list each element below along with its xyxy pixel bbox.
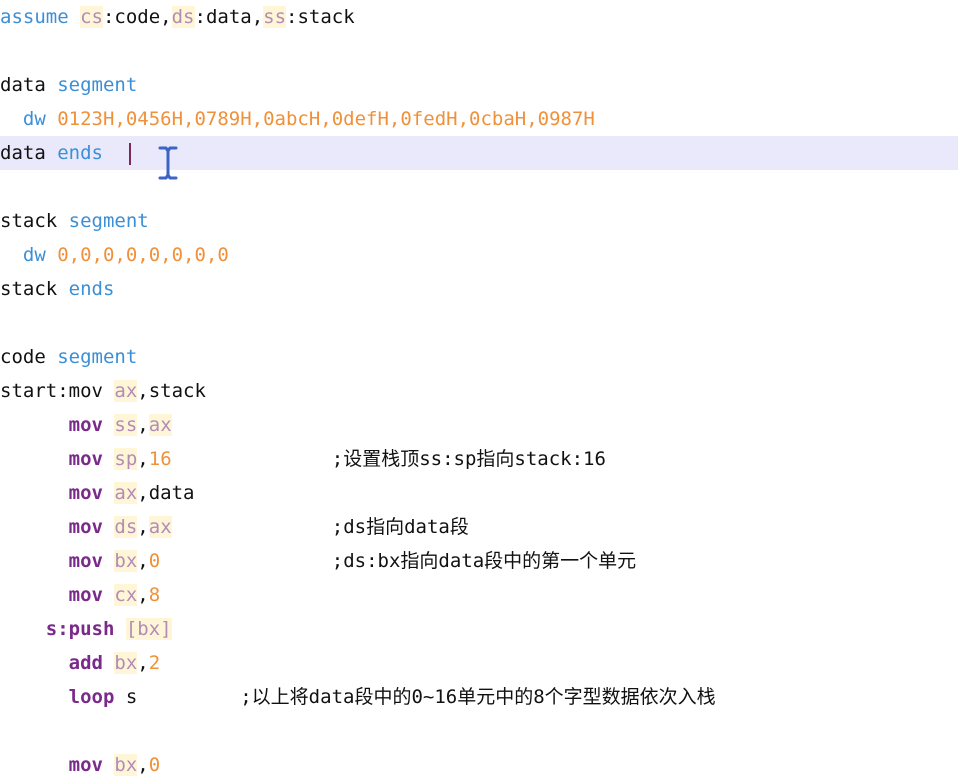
code-token: ,stack — [137, 380, 206, 402]
code-token: , — [137, 550, 149, 572]
code-token: mov — [68, 448, 115, 470]
code-line[interactable]: mov sp,16 ;设置栈顶ss:sp指向stack:16 — [0, 442, 958, 476]
code-line[interactable]: stack ends — [0, 272, 958, 306]
code-token: ends — [68, 278, 115, 300]
code-token: segment — [57, 346, 138, 368]
code-line[interactable]: mov ds,ax ;ds指向data段 — [0, 510, 958, 544]
code-token: ss — [114, 414, 138, 436]
code-line[interactable]: loop s ;以上将data段中的0~16单元中的8个字型数据依次入栈 — [0, 680, 958, 714]
code-token: bx — [114, 550, 138, 572]
code-token: loop — [68, 686, 126, 708]
code-token: ;设置栈顶ss:sp指向stack:16 — [171, 448, 606, 470]
code-token: ax — [114, 482, 138, 504]
code-token: , — [137, 754, 149, 776]
code-line[interactable]: data segment — [0, 68, 958, 102]
code-token: assume — [0, 6, 81, 28]
code-token: ax — [148, 414, 172, 436]
code-token: bx — [114, 652, 138, 674]
code-token: mov — [68, 414, 115, 436]
code-line[interactable]: data ends — [0, 136, 958, 170]
code-token: segment — [57, 74, 138, 96]
code-line[interactable]: dw 0,0,0,0,0,0,0,0 — [0, 238, 958, 272]
code-token: dw — [0, 244, 58, 266]
code-token: stack — [0, 278, 69, 300]
code-token: s — [125, 686, 138, 708]
code-line[interactable]: dw 0123H,0456H,0789H,0abcH,0defH,0fedH,0… — [0, 102, 958, 136]
code-line[interactable] — [0, 170, 958, 204]
code-token: 0,0,0,0,0,0,0,0 — [57, 244, 229, 266]
code-token: stack — [0, 210, 69, 232]
code-token: 16 — [148, 448, 172, 470]
code-line[interactable]: mov bx,0 — [0, 748, 958, 782]
code-token: 0 — [148, 754, 161, 776]
code-token: 0123H,0456H,0789H,0abcH,0defH,0fedH,0cba… — [57, 108, 595, 130]
code-editor[interactable]: assume cs:code,ds:data,ss:stack data segm… — [0, 0, 958, 781]
code-token: ;以上将data段中的0~16单元中的8个字型数据依次入栈 — [137, 686, 716, 708]
code-token: ;ds:bx指向data段中的第一个单元 — [160, 550, 637, 572]
code-token: [bx] — [125, 618, 172, 640]
code-token: ds — [171, 6, 195, 28]
code-line[interactable] — [0, 714, 958, 748]
code-token: , — [137, 414, 149, 436]
code-token: data — [0, 142, 58, 164]
code-token: cs — [80, 6, 103, 28]
code-token: , — [137, 448, 149, 470]
code-token: ax — [114, 380, 138, 402]
code-line[interactable]: s:push [bx] — [0, 612, 958, 646]
code-line[interactable] — [0, 306, 958, 340]
ibeam-cursor-icon — [158, 146, 178, 180]
code-line[interactable]: add bx,2 — [0, 646, 958, 680]
code-token: ;ds指向data段 — [171, 516, 469, 538]
code-token: mov — [68, 482, 115, 504]
code-line[interactable]: mov cx,8 — [0, 578, 958, 612]
code-token: ss — [263, 6, 287, 28]
code-line[interactable]: mov ss,ax — [0, 408, 958, 442]
code-token: start:mov — [0, 380, 115, 402]
code-line[interactable] — [0, 34, 958, 68]
code-line[interactable]: start:mov ax,stack — [0, 374, 958, 408]
code-token: segment — [68, 210, 149, 232]
code-token: sp — [114, 448, 138, 470]
code-line[interactable]: stack segment — [0, 204, 958, 238]
code-token: 0 — [148, 550, 161, 572]
code-token: :stack — [286, 6, 355, 28]
code-token: 2 — [148, 652, 161, 674]
code-token: s:push — [0, 618, 126, 640]
code-token: mov — [68, 584, 115, 606]
code-token: dw — [0, 108, 58, 130]
code-token: mov — [68, 754, 115, 776]
code-token: ends — [57, 142, 103, 164]
code-token: , — [137, 516, 149, 538]
code-token: cx — [114, 584, 138, 606]
code-token: mov — [68, 550, 115, 572]
code-token: data — [0, 74, 58, 96]
code-token: code — [0, 346, 58, 368]
code-token: 8 — [148, 584, 161, 606]
code-token: bx — [114, 754, 138, 776]
code-token: , — [137, 584, 149, 606]
code-token: ds — [114, 516, 138, 538]
code-token: :data, — [194, 6, 264, 28]
code-token: mov — [68, 516, 115, 538]
code-token: add — [68, 652, 115, 674]
code-line[interactable]: mov bx,0 ;ds:bx指向data段中的第一个单元 — [0, 544, 958, 578]
code-token: :code, — [102, 6, 172, 28]
code-line[interactable]: mov ax,data — [0, 476, 958, 510]
code-token: ,data — [137, 482, 195, 504]
text-caret — [129, 143, 131, 165]
code-line[interactable]: code segment — [0, 340, 958, 374]
code-token: , — [137, 652, 149, 674]
code-line[interactable]: assume cs:code,ds:data,ss:stack — [0, 0, 958, 34]
code-token: ax — [148, 516, 172, 538]
